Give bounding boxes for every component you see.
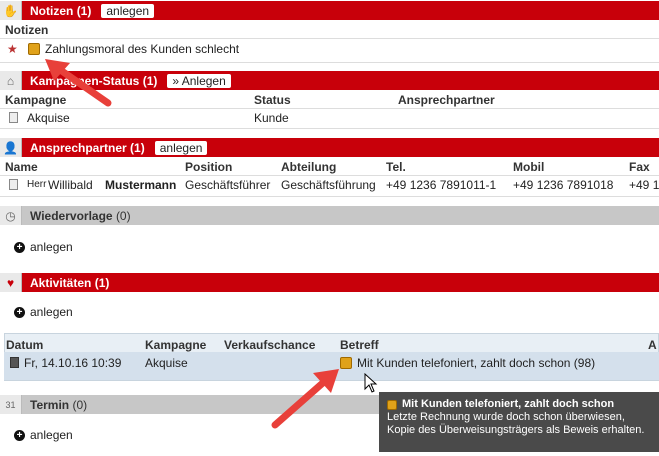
kampagne-value: Akquise	[145, 356, 188, 370]
first-name: Willibald	[48, 178, 93, 192]
betreff-value[interactable]: Mit Kunden telefoniert, zahlt doch schon…	[357, 356, 595, 370]
betreff-tooltip: Mit Kunden telefoniert, zahlt doch schon…	[379, 392, 659, 452]
home-icon: ⌂	[0, 71, 22, 90]
ansprechpartner-count: (1)	[130, 140, 145, 155]
divider	[0, 62, 659, 63]
clock-icon: ◷	[0, 206, 22, 225]
tel-value: +49 1236 7891011-1	[386, 178, 497, 192]
termin-add[interactable]: + anlegen	[14, 428, 73, 442]
wiedervorlage-header: ◷ Wiedervorlage (0)	[0, 206, 659, 225]
heart-icon: ♥	[0, 273, 22, 292]
person-icon: 👤	[0, 138, 22, 157]
star-icon: ★	[7, 42, 18, 56]
document-icon	[9, 112, 18, 126]
aktivitaeten-add[interactable]: + anlegen	[14, 305, 73, 319]
kampagnen-col-header: Kampagne Status Ansprechpartner	[5, 93, 495, 107]
kampagnen-header: ⌂ Kampagnen-Status (1) » Anlegen	[0, 71, 659, 90]
mood-icon	[340, 357, 352, 372]
plus-icon: +	[14, 306, 25, 318]
aktivitaeten-row-content[interactable]: Fr, 14.10.16 10:39 Akquise Mit Kunden te…	[0, 353, 659, 373]
notizen-item-text: Zahlungsmoral des Kunden schlecht	[45, 42, 240, 56]
divider	[0, 196, 659, 197]
termin-title: Termin	[30, 397, 70, 412]
calendar-icon: 31	[0, 395, 22, 414]
status-value: Kunde	[254, 111, 289, 125]
position-value: Geschäftsführer	[185, 178, 271, 192]
notizen-item[interactable]: ★ Zahlungsmoral des Kunden schlecht	[0, 39, 659, 59]
notizen-count: (1)	[76, 3, 92, 18]
aktivitaeten-header: ♥ Aktivitäten (1)	[0, 273, 659, 292]
mood-icon	[387, 399, 397, 410]
datum-value: Fr, 14.10.16 10:39	[24, 356, 122, 370]
ansprechpartner-row[interactable]: Herr Willibald Mustermann Geschäftsführe…	[0, 175, 659, 195]
divider	[0, 128, 659, 129]
fax-value: +49 1	[629, 178, 659, 192]
kampagne-value: Akquise	[27, 111, 70, 125]
wiedervorlage-add[interactable]: + anlegen	[14, 240, 73, 254]
mood-icon	[28, 43, 40, 58]
ansprechpartner-title: Ansprechpartner	[30, 140, 127, 155]
ansprechpartner-col-header: Name Position Abteilung Tel. Mobil Fax	[5, 160, 650, 174]
notizen-title: Notizen	[30, 3, 74, 18]
mouse-cursor-icon	[364, 373, 378, 393]
document-icon	[9, 179, 18, 193]
aktivitaeten-count: (1)	[94, 275, 110, 290]
notizen-header: ✋ Notizen (1) anlegen	[0, 1, 659, 20]
plus-icon: +	[14, 429, 25, 441]
notizen-col-header: Notizen	[5, 23, 49, 37]
last-name: Mustermann	[105, 178, 177, 192]
termin-count: (0)	[72, 397, 88, 412]
kampagnen-row[interactable]: Akquise Kunde	[0, 108, 659, 128]
notizen-add-button[interactable]: anlegen	[101, 3, 155, 18]
aktivitaeten-title: Aktivitäten	[30, 275, 92, 290]
wiedervorlage-title: Wiedervorlage	[30, 208, 113, 223]
ansprechpartner-add-button[interactable]: anlegen	[154, 140, 208, 155]
salutation: Herr	[27, 179, 47, 190]
phone-doc-icon	[10, 357, 19, 371]
hand-icon: ✋	[0, 1, 22, 20]
tooltip-title: Mit Kunden telefoniert, zahlt doch schon	[402, 398, 615, 410]
ansprechpartner-header: 👤 Ansprechpartner (1) anlegen	[0, 138, 659, 157]
kampagnen-count: (1)	[142, 73, 158, 88]
wiedervorlage-count: (0)	[115, 208, 131, 223]
tooltip-body: Letzte Rechnung wurde doch schon überwie…	[387, 411, 645, 436]
kampagnen-title: Kampagnen-Status	[30, 73, 140, 88]
mobil-value: +49 1236 7891018	[513, 178, 614, 192]
abteilung-value: Geschäftsführung	[281, 178, 376, 192]
kampagnen-add-button[interactable]: » Anlegen	[167, 73, 231, 88]
plus-icon: +	[14, 241, 25, 253]
